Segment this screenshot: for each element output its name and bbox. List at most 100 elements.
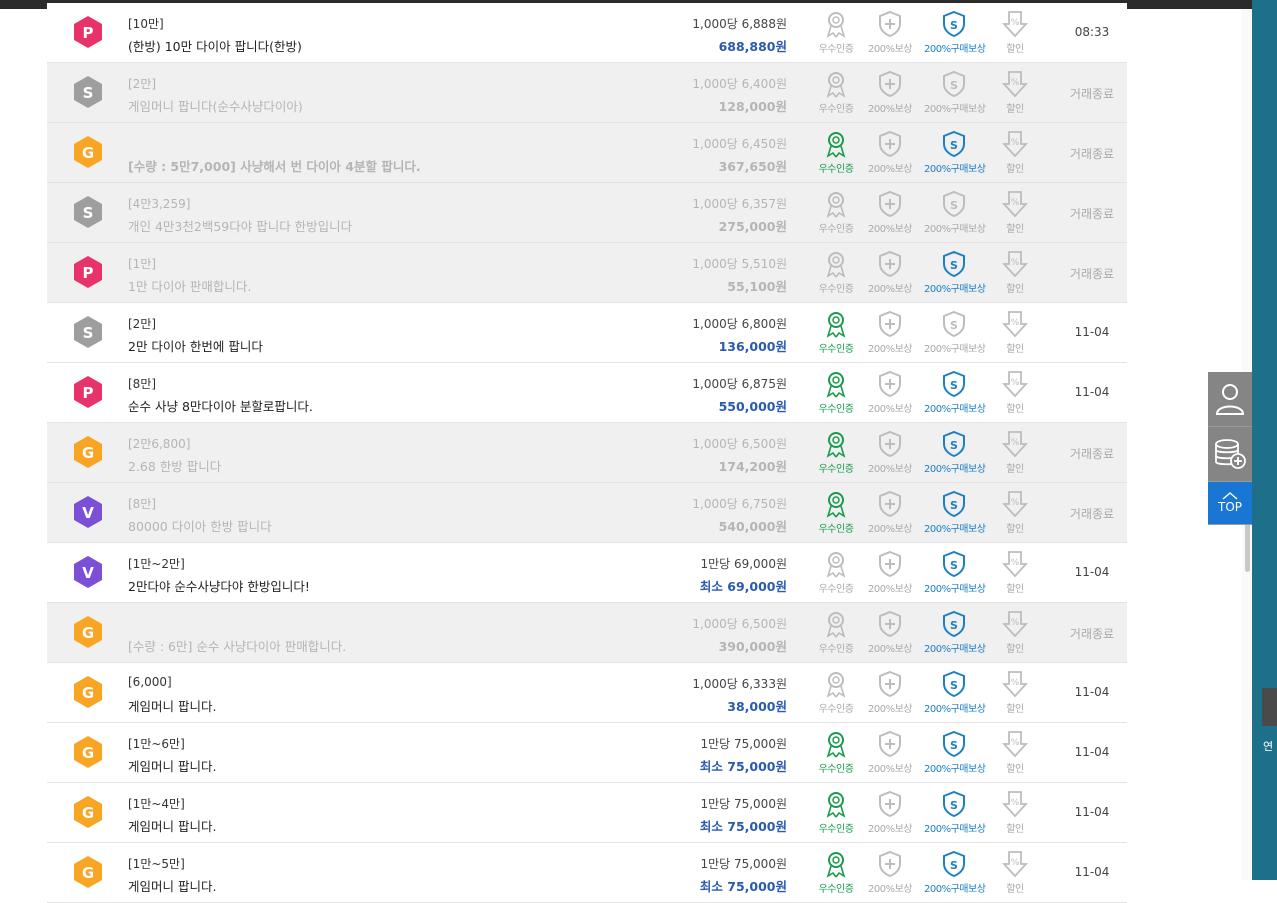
compensation-feature: 200%보상 — [860, 430, 920, 475]
item-title-link[interactable]: [수량 : 5만7,000] 사냥해서 번 다이아 4분할 팝니다. — [128, 156, 421, 175]
svg-text:S: S — [950, 319, 958, 332]
total-price: 최소 75,000원 — [699, 819, 787, 834]
feature-label: 200%구매보상 — [924, 584, 986, 595]
total-price: 최소 69,000원 — [699, 579, 787, 594]
feature-label: 200%구매보상 — [924, 44, 986, 55]
feature-label: 200%보상 — [868, 284, 913, 295]
shield-plus-icon — [877, 790, 903, 818]
server-badge-icon: V — [71, 495, 105, 529]
item-title-link[interactable]: 개인 4만3천2백59다야 팝니다 한방입니다 — [128, 216, 352, 235]
table-row[interactable]: P [1만] 1만 다이아 판매합니다. 1,000당 5,510원 55,100원 우수… — [47, 243, 1127, 303]
discount-arrow-icon: % — [1001, 490, 1029, 518]
shield-s-icon: S — [941, 730, 967, 758]
server-badge-icon: V — [71, 555, 105, 589]
table-row[interactable]: G [수량 : 6만] 순수 사냥다이아 판매합니다. 1,000당 6,500원 3… — [47, 603, 1127, 663]
table-row[interactable]: P [10만] (한방) 10만 다이아 팝니다(한방) 1,000당 6,888원 6… — [47, 3, 1127, 63]
table-row[interactable]: P [8만] 순수 사냥 8만다이아 분할로팝니다. 1,000당 6,875원 550… — [47, 363, 1127, 423]
svg-text:G: G — [82, 744, 94, 762]
svg-text:V: V — [82, 564, 94, 582]
feature-label: 200%구매보상 — [924, 164, 986, 175]
trade-status-date: 11-04 — [1074, 805, 1110, 819]
table-row[interactable]: V [8만] 80000 다이아 한방 팝니다 1,000당 6,750원 540,00… — [47, 483, 1127, 543]
svg-text:P: P — [83, 384, 94, 402]
feature-label: 200%보상 — [868, 104, 913, 115]
feature-label: 우수인증 — [818, 44, 854, 55]
item-quantity: [2만6,800] — [128, 437, 191, 451]
award-icon — [823, 10, 849, 38]
total-price: 128,000원 — [718, 99, 787, 114]
feature-label: 우수인증 — [818, 164, 854, 175]
total-price: 최소 75,000원 — [699, 879, 787, 894]
item-title-link[interactable]: 게임머니 팝니다(순수사냥다이아) — [128, 96, 303, 115]
item-title-link[interactable]: (한방) 10만 다이아 팝니다(한방) — [128, 36, 302, 55]
feature-label: 200%구매보상 — [924, 704, 986, 715]
mileage-button[interactable] — [1208, 427, 1252, 482]
table-row[interactable]: G [6,000] 게임머니 팝니다. 1,000당 6,333원 38,000원 우수인… — [47, 663, 1127, 723]
item-title-link[interactable]: 2만 다이아 한번에 팝니다 — [128, 336, 263, 355]
scrollbar-thumb[interactable] — [1245, 520, 1250, 572]
discount-arrow-icon: % — [1001, 610, 1029, 638]
server-badge-icon: G — [71, 135, 105, 169]
trade-status-date: 거래종료 — [1069, 87, 1115, 101]
discount-arrow-icon: % — [1001, 430, 1029, 458]
shield-plus-icon — [877, 670, 903, 698]
table-row[interactable]: G [수량 : 5만7,000] 사냥해서 번 다이아 4분할 팝니다. 1,000… — [47, 123, 1127, 183]
award-icon — [823, 610, 849, 638]
item-title-link[interactable]: [수량 : 6만] 순수 사냥다이아 판매합니다. — [128, 636, 346, 655]
svg-text:%: % — [1011, 858, 1020, 868]
shield-s-icon: S — [941, 130, 967, 158]
desktop-thumbnail[interactable] — [1262, 688, 1277, 726]
trade-status-date: 11-04 — [1074, 385, 1110, 399]
scroll-top-button[interactable]: TOP — [1208, 482, 1252, 525]
svg-text:%: % — [1011, 378, 1020, 388]
unit-price: 1,000당 6,888원 — [692, 17, 787, 31]
svg-text:S: S — [950, 79, 958, 92]
feature-label: 우수인증 — [818, 704, 854, 715]
item-title-link[interactable]: 게임머니 팝니다. — [128, 756, 216, 775]
item-title-link[interactable]: 게임머니 팝니다. — [128, 876, 216, 895]
svg-text:%: % — [1011, 198, 1020, 208]
table-row[interactable]: G [1만~6만] 게임머니 팝니다. 1만당 75,000원 최소 75,000원 우수… — [47, 723, 1127, 783]
feature-label: 200%구매보상 — [924, 764, 986, 775]
feature-label: 우수인증 — [818, 824, 854, 835]
table-row[interactable]: G [2만6,800] 2.68 한방 팝니다 1,000당 6,500원 174,20… — [47, 423, 1127, 483]
my-page-button[interactable] — [1208, 372, 1252, 427]
item-title-link[interactable]: 1만 다이아 판매합니다. — [128, 276, 251, 295]
svg-text:S: S — [83, 84, 94, 102]
svg-text:%: % — [1011, 318, 1020, 328]
item-title-link[interactable]: 순수 사냥 8만다이아 분할로팝니다. — [128, 396, 313, 415]
svg-text:%: % — [1011, 138, 1020, 148]
table-row[interactable]: V [1만~2만] 2만다야 순수사냥다야 한방입니다! 1만당 69,000원 최소 … — [47, 543, 1127, 603]
shield-s-icon: S — [941, 550, 967, 578]
unit-price: 1만당 75,000원 — [700, 857, 787, 871]
table-row[interactable]: G [1만~4만] 게임머니 팝니다. 1만당 75,000원 최소 75,000원 우수… — [47, 783, 1127, 843]
feature-label: 할인 — [1006, 104, 1024, 115]
feature-label: 우수인증 — [818, 104, 854, 115]
shield-plus-icon — [877, 850, 903, 878]
trade-status-date: 11-04 — [1074, 745, 1110, 759]
table-row[interactable]: G [1만~5만] 게임머니 팝니다. 1만당 75,000원 최소 75,000원 우수… — [47, 843, 1127, 903]
shield-plus-icon — [877, 430, 903, 458]
unit-price: 1만당 75,000원 — [700, 737, 787, 751]
item-title-link[interactable]: 게임머니 팝니다. — [128, 696, 216, 715]
svg-text:%: % — [1011, 798, 1020, 808]
table-row[interactable]: S [2만] 2만 다이아 한번에 팝니다 1,000당 6,800원 136,000원… — [47, 303, 1127, 363]
discount-arrow-icon: % — [1001, 850, 1029, 878]
feature-label: 할인 — [1006, 224, 1024, 235]
award-icon — [823, 70, 849, 98]
compensation-feature: 200%보상 — [860, 730, 920, 775]
item-title-link[interactable]: 80000 다이아 한방 팝니다 — [128, 516, 272, 535]
item-title-link[interactable]: 2.68 한방 팝니다 — [128, 456, 221, 475]
item-title-link[interactable]: 게임머니 팝니다. — [128, 816, 216, 835]
feature-label: 우수인증 — [818, 524, 854, 535]
excellent-cert-feature: 우수인증 — [806, 250, 866, 295]
compensation-feature: 200%보상 — [860, 130, 920, 175]
table-row[interactable]: S [4만3,259] 개인 4만3천2백59다야 팝니다 한방입니다 1,000당 … — [47, 183, 1127, 243]
excellent-cert-feature: 우수인증 — [806, 70, 866, 115]
discount-arrow-icon: % — [1001, 670, 1029, 698]
feature-label: 우수인증 — [818, 764, 854, 775]
svg-text:G: G — [82, 864, 94, 882]
table-row[interactable]: S [2만] 게임머니 팝니다(순수사냥다이아) 1,000당 6,400원 128,0… — [47, 63, 1127, 123]
item-title-link[interactable]: 2만다야 순수사냥다야 한방입니다! — [128, 576, 310, 595]
unit-price: 1,000당 6,500원 — [692, 617, 787, 631]
